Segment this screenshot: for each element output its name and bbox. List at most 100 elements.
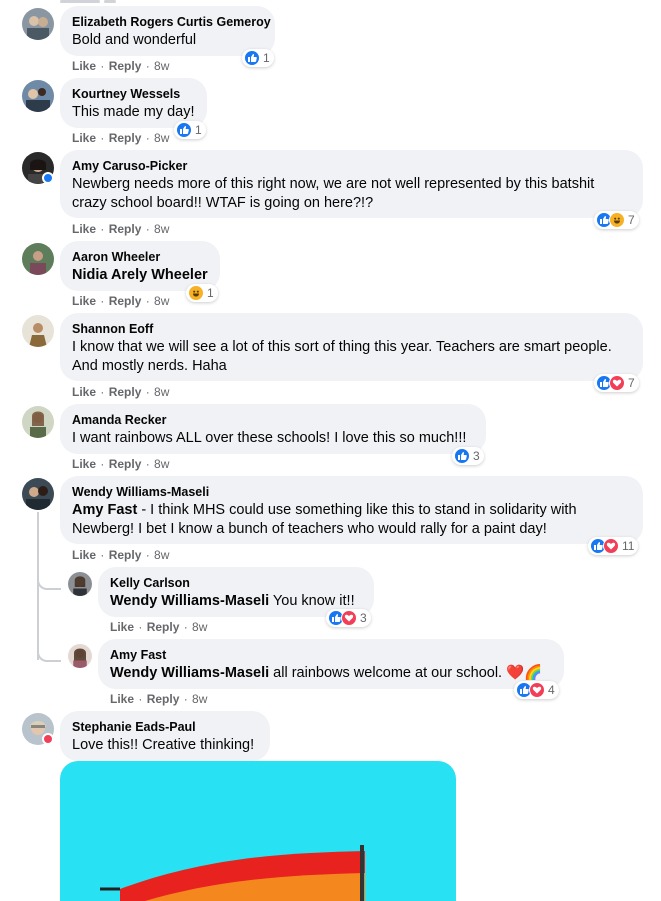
comment-actions: Like · Reply · 8w bbox=[72, 59, 170, 73]
mention-link[interactable]: Wendy Williams-Maseli bbox=[110, 665, 269, 681]
haha-reaction-icon bbox=[609, 212, 625, 228]
rainbow-flag-image bbox=[100, 845, 365, 901]
reaction-summary[interactable]: 3 bbox=[452, 447, 484, 465]
reply-link[interactable]: Reply bbox=[109, 131, 142, 145]
reaction-summary[interactable]: 3 bbox=[326, 609, 371, 627]
mention-link[interactable]: Amy Fast bbox=[72, 502, 137, 518]
reaction-summary[interactable]: 11 bbox=[588, 537, 639, 555]
love-reaction-icon bbox=[341, 610, 357, 626]
comment-time[interactable]: 8w bbox=[154, 548, 169, 562]
avatar[interactable] bbox=[22, 478, 54, 510]
comment-text: I want rainbows ALL over these schools! … bbox=[72, 430, 467, 446]
reaction-summary[interactable]: 1 bbox=[242, 49, 274, 67]
reply-link[interactable]: Reply bbox=[109, 59, 142, 73]
avatar[interactable] bbox=[68, 572, 92, 596]
comment-author[interactable]: Elizabeth Rogers Curtis Gemeroy bbox=[72, 14, 271, 30]
reply-link[interactable]: Reply bbox=[109, 457, 142, 471]
like-link[interactable]: Like bbox=[72, 294, 96, 308]
avatar[interactable] bbox=[22, 80, 54, 112]
comment-actions: Like · Reply · 8w bbox=[110, 620, 208, 634]
comment-image[interactable] bbox=[60, 761, 456, 901]
reaction-count: 1 bbox=[263, 51, 270, 65]
badge-icon bbox=[42, 172, 54, 184]
reply-connector bbox=[37, 570, 61, 590]
reaction-count: 7 bbox=[628, 213, 635, 227]
like-link[interactable]: Like bbox=[110, 620, 134, 634]
comment-text: Love this!! Creative thinking! bbox=[72, 737, 255, 753]
reply-link[interactable]: Reply bbox=[109, 294, 142, 308]
like-link[interactable]: Like bbox=[72, 131, 96, 145]
comment-time[interactable]: 8w bbox=[154, 294, 169, 308]
badge-icon bbox=[42, 733, 54, 745]
reply-link[interactable]: Reply bbox=[147, 692, 180, 706]
avatar[interactable] bbox=[22, 406, 54, 438]
comment-bubble: Amy Fast Wendy Williams-Maseli all rainb… bbox=[98, 639, 564, 689]
comment-text: Newberg needs more of this right now, we… bbox=[72, 176, 595, 211]
like-link[interactable]: Like bbox=[72, 548, 96, 562]
reaction-count: 1 bbox=[195, 123, 202, 137]
comment-actions: Like · Reply · 8w bbox=[72, 222, 170, 236]
love-reaction-icon bbox=[529, 682, 545, 698]
reply-link[interactable]: Reply bbox=[109, 222, 142, 236]
comment-bubble: Amanda Recker I want rainbows ALL over t… bbox=[60, 404, 486, 454]
reaction-summary[interactable]: 7 bbox=[594, 211, 639, 229]
avatar[interactable] bbox=[22, 243, 54, 275]
comment-actions: Like · Reply · 8w bbox=[72, 294, 170, 308]
comment-text: - I think MHS could use something like t… bbox=[72, 502, 577, 537]
like-reaction-icon bbox=[244, 50, 260, 66]
comment-bubble: Amy Caruso-Picker Newberg needs more of … bbox=[60, 150, 643, 218]
comment-author[interactable]: Amanda Recker bbox=[72, 412, 474, 428]
comment-author[interactable]: Kelly Carlson bbox=[110, 575, 362, 591]
mention-link[interactable]: Wendy Williams-Maseli bbox=[110, 593, 269, 609]
comment-time[interactable]: 8w bbox=[192, 692, 207, 706]
love-reaction-icon bbox=[603, 538, 619, 554]
like-link[interactable]: Like bbox=[72, 385, 96, 399]
like-link[interactable]: Like bbox=[72, 222, 96, 236]
comment-author[interactable]: Wendy Williams-Maseli bbox=[72, 484, 631, 500]
reply-link[interactable]: Reply bbox=[109, 548, 142, 562]
comment-author[interactable]: Aaron Wheeler bbox=[72, 249, 208, 265]
comment-actions: Like · Reply · 8w bbox=[110, 692, 208, 706]
mention-link[interactable]: Nidia Arely Wheeler bbox=[72, 267, 208, 283]
reaction-summary[interactable]: 7 bbox=[594, 374, 639, 392]
comment-actions: Like · Reply · 8w bbox=[72, 548, 170, 562]
love-reaction-icon bbox=[609, 375, 625, 391]
comment-bubble: Wendy Williams-Maseli Amy Fast - I think… bbox=[60, 476, 643, 544]
reaction-summary[interactable]: 1 bbox=[186, 284, 218, 302]
comment-actions: Like · Reply · 8w bbox=[72, 457, 170, 471]
comment-actions: Like · Reply · 8w bbox=[72, 385, 170, 399]
avatar[interactable] bbox=[22, 8, 54, 40]
like-link[interactable]: Like bbox=[110, 692, 134, 706]
comment-author[interactable]: Amy Fast bbox=[110, 647, 552, 663]
comment-time[interactable]: 8w bbox=[154, 131, 169, 145]
reaction-count: 3 bbox=[473, 449, 480, 463]
comment-time[interactable]: 8w bbox=[154, 59, 169, 73]
like-link[interactable]: Like bbox=[72, 59, 96, 73]
reaction-count: 1 bbox=[207, 286, 214, 300]
comment-author[interactable]: Kourtney Wessels bbox=[72, 86, 195, 102]
comment-author[interactable]: Stephanie Eads-Paul bbox=[72, 719, 258, 735]
comment-text: You know it!! bbox=[269, 593, 355, 609]
reaction-count: 3 bbox=[360, 611, 367, 625]
comment-time[interactable]: 8w bbox=[154, 222, 169, 236]
avatar[interactable] bbox=[22, 315, 54, 347]
reply-link[interactable]: Reply bbox=[109, 385, 142, 399]
reply-link[interactable]: Reply bbox=[147, 620, 180, 634]
reaction-count: 4 bbox=[548, 683, 555, 697]
like-reaction-icon bbox=[454, 448, 470, 464]
like-link[interactable]: Like bbox=[72, 457, 96, 471]
comment-author[interactable]: Shannon Eoff bbox=[72, 321, 631, 337]
comment-time[interactable]: 8w bbox=[154, 457, 169, 471]
comment-author[interactable]: Amy Caruso-Picker bbox=[72, 158, 631, 174]
avatar[interactable] bbox=[68, 644, 92, 668]
reaction-summary[interactable]: 1 bbox=[174, 121, 206, 139]
comment-time[interactable]: 8w bbox=[192, 620, 207, 634]
comment-bubble: Shannon Eoff I know that we will see a l… bbox=[60, 313, 643, 381]
comment-text: I know that we will see a lot of this so… bbox=[72, 339, 612, 374]
comment-actions: Like · Reply · 8w bbox=[72, 131, 170, 145]
comment-bubble: Stephanie Eads-Paul Love this!! Creative… bbox=[60, 711, 270, 761]
reaction-summary[interactable]: 4 bbox=[514, 681, 559, 699]
comment-text: all rainbows welcome at our school. ❤️🌈 bbox=[269, 665, 543, 681]
comment-time[interactable]: 8w bbox=[154, 385, 169, 399]
reaction-count: 7 bbox=[628, 376, 635, 390]
